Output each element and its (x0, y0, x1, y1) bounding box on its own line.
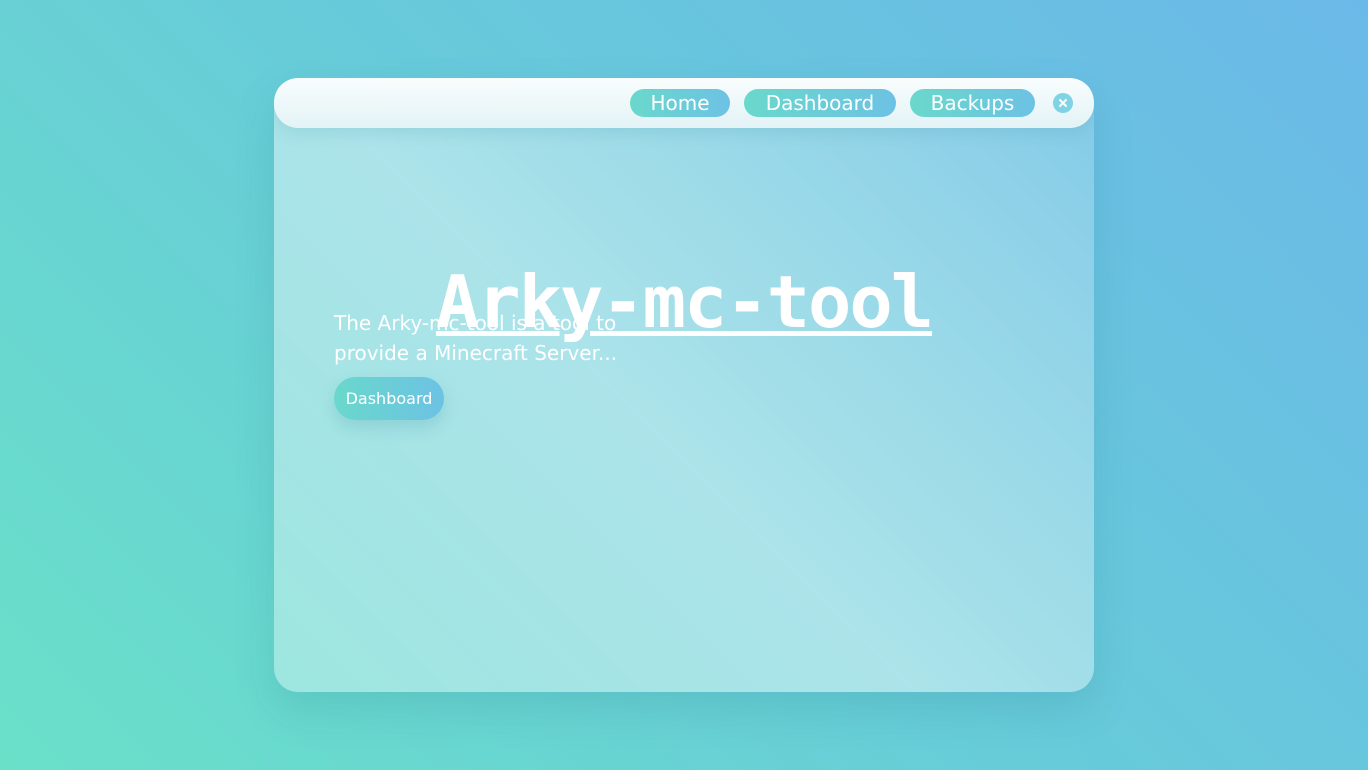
close-icon[interactable] (1053, 93, 1073, 113)
nav-home-button[interactable]: Home (630, 89, 730, 117)
nav-dashboard-button[interactable]: Dashboard (744, 89, 896, 117)
app-description: The Arky-mc-tool is a tool to provide a … (334, 311, 618, 365)
top-nav-bar: Home Dashboard Backups (274, 78, 1094, 128)
nav-backups-button[interactable]: Backups (910, 89, 1035, 117)
dashboard-button[interactable]: Dashboard (334, 377, 444, 420)
main-window: Home Dashboard Backups Arky-mc-tool The … (274, 78, 1094, 692)
